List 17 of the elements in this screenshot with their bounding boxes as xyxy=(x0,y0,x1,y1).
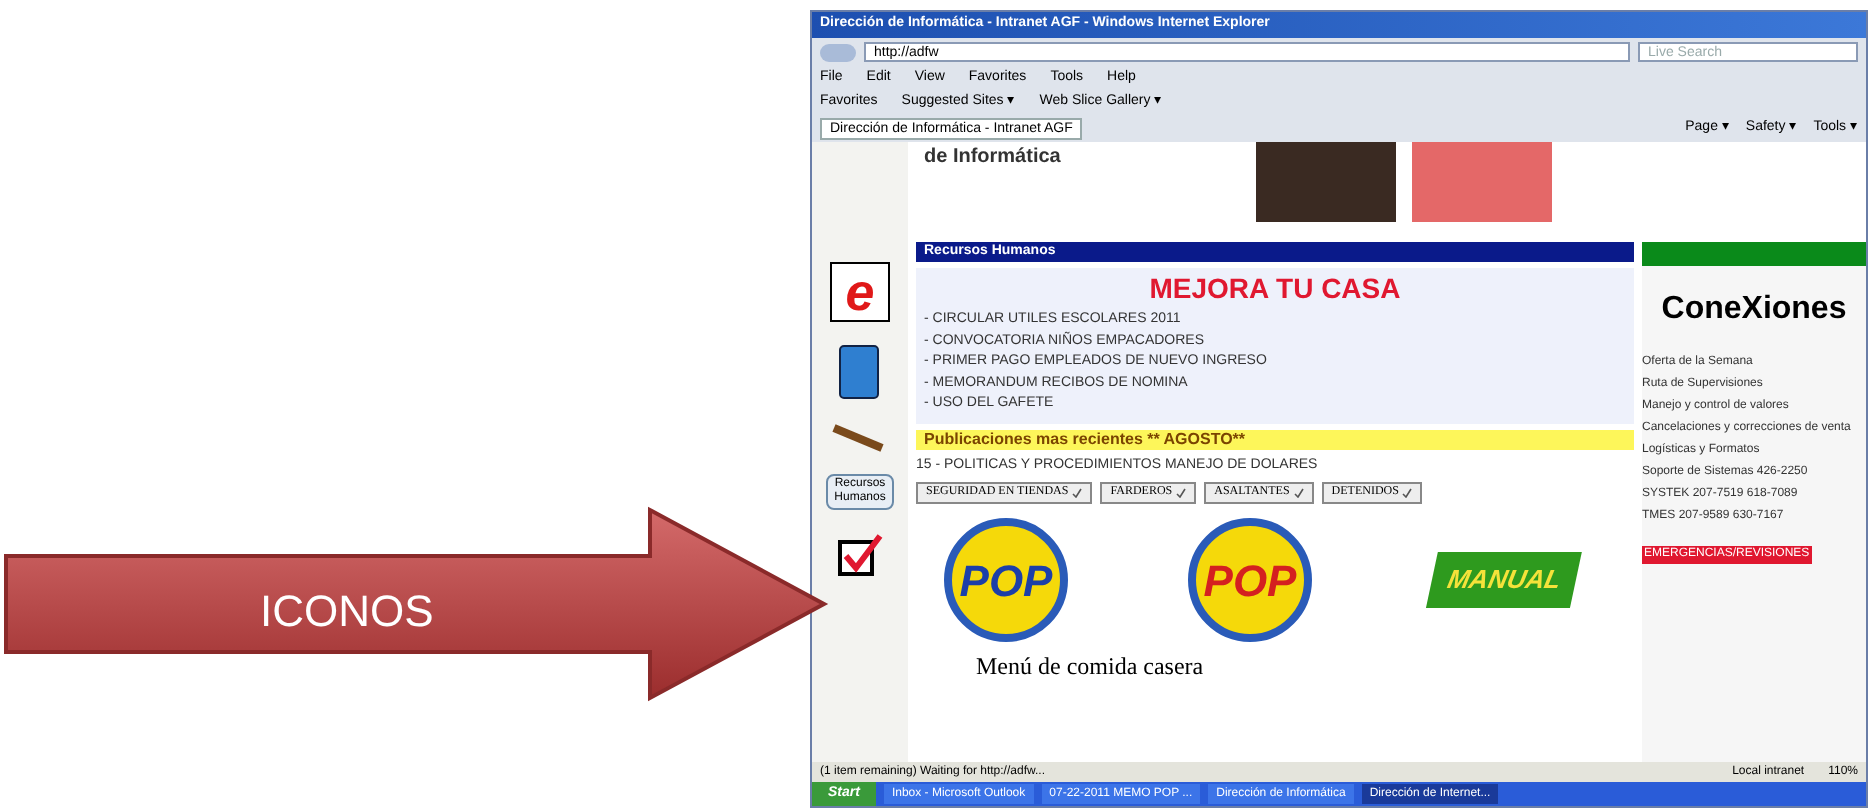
conexiones-logo: ConeXiones xyxy=(1661,290,1847,330)
headline: MEJORA TU CASA xyxy=(1149,270,1401,308)
check-icon xyxy=(1176,488,1187,498)
checkbox-icon[interactable] xyxy=(836,530,884,578)
pop-logo: POP xyxy=(944,518,1068,642)
pop-logo: POP xyxy=(1188,518,1312,642)
arrow-label: ICONOS xyxy=(260,584,434,640)
manual-banner: MANUAL xyxy=(1426,552,1583,608)
banner-title: de Informática xyxy=(924,144,1061,172)
photo-placeholder xyxy=(1412,142,1553,222)
menu-heading: Menú de comida casera xyxy=(974,650,1206,684)
check-icon xyxy=(1293,488,1304,498)
e-logo[interactable]: e xyxy=(830,262,890,322)
check-icon xyxy=(1402,488,1413,498)
check-icon xyxy=(1072,488,1083,498)
publications-title: Publicaciones mas recientes ** AGOSTO** xyxy=(924,427,1246,451)
photo-placeholder xyxy=(1256,142,1397,222)
